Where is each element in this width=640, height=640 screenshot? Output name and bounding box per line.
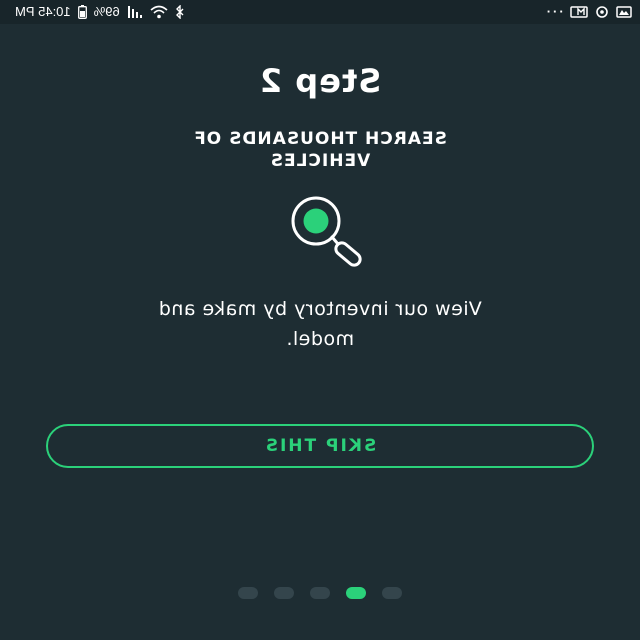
step-description: View our inventory by make and model. <box>158 298 482 350</box>
pagination-dot[interactable] <box>382 587 402 599</box>
skip-button[interactable]: SKIP THIS <box>46 424 594 468</box>
step-subtitle: SEARCH THOUSANDS OF VEHICLES <box>193 129 447 171</box>
battery-percent: 69% <box>93 4 120 19</box>
sim-icon <box>570 5 588 18</box>
status-bar: ··· 69% 10:45 PM <box>0 0 640 24</box>
screenshot-icon <box>616 5 632 18</box>
onboarding-screen: ··· 69% 10:45 PM Step 2 SEARCH THOUSANDS… <box>0 0 640 640</box>
pagination-dot[interactable] <box>310 587 330 599</box>
pagination-dots <box>0 586 640 600</box>
status-bar-left: ··· <box>534 4 632 19</box>
wifi-icon <box>150 5 168 19</box>
bluetooth-icon <box>175 4 185 19</box>
signal-icon <box>127 5 143 18</box>
status-bar-right: 69% 10:45 PM <box>8 4 185 19</box>
step-title: Step 2 <box>258 62 382 100</box>
sync-icon <box>595 5 609 19</box>
pagination-dot[interactable] <box>274 587 294 599</box>
magnifying-glass-icon <box>262 194 372 270</box>
pagination-dot[interactable] <box>346 587 366 599</box>
pagination-dot[interactable] <box>238 587 258 599</box>
battery-icon <box>77 4 87 19</box>
status-time: 10:45 PM <box>15 4 71 19</box>
more-icon: ··· <box>544 4 563 19</box>
